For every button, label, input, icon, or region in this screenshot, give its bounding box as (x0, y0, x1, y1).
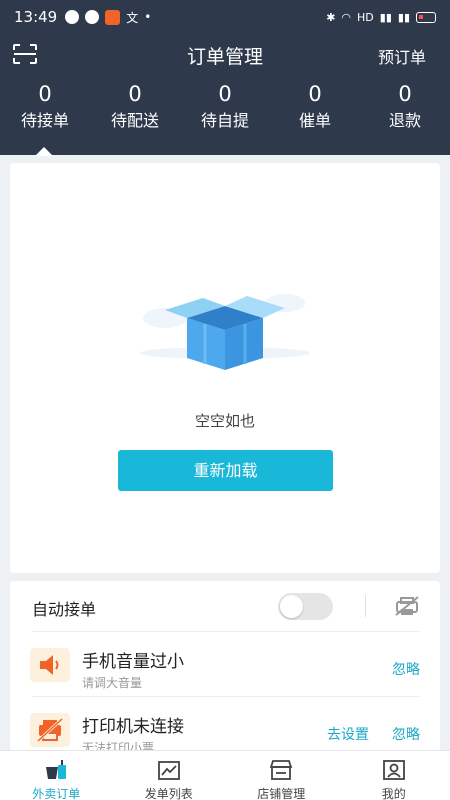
takeout-cup-icon (46, 760, 67, 779)
divider (32, 696, 420, 697)
reload-button[interactable]: 重新加载 (118, 450, 333, 491)
signal-icon: ▮▮ (379, 10, 392, 24)
battery-icon (416, 11, 436, 23)
stat-urge[interactable]: 0 催单 (270, 80, 360, 140)
status-bar: 13:49 文 • ✱ ◠ HD ▮▮ ▮▮ (0, 0, 450, 34)
printer-ignore-button[interactable]: 忽略 (392, 724, 420, 744)
volume-warning-title: 手机音量过小 (82, 652, 184, 672)
volume-warning-subtitle: 请调大音量 (82, 676, 143, 690)
auto-accept-label: 自动接单 (32, 600, 97, 619)
profile-icon (382, 760, 405, 780)
stat-refund[interactable]: 0 退款 (360, 80, 450, 140)
preorder-button[interactable]: 预订单 (378, 44, 426, 68)
wifi-icon: ◠ (341, 10, 352, 24)
stat-pending-pickup[interactable]: 0 待自提 (180, 80, 270, 140)
stat-label: 待自提 (200, 111, 249, 130)
translate-icon: 文 (126, 10, 139, 25)
divider (32, 631, 420, 632)
separator (365, 595, 366, 617)
order-stats: 0 待接单 0 待配送 0 待自提 0 催单 0 退款 (0, 80, 450, 140)
volume-warning-row: 手机音量过小 请调大音量 忽略 (10, 633, 440, 695)
stat-count: 0 (218, 82, 232, 106)
auto-accept-row: 自动接单 (10, 581, 440, 631)
more-dot-icon: • (144, 10, 152, 24)
nav-profile[interactable]: 我的 (338, 751, 450, 800)
wechat-icon (85, 10, 100, 24)
nav-label: 店铺管理 (257, 787, 306, 800)
speaker-icon (30, 648, 70, 682)
printer-warning-title: 打印机未连接 (82, 717, 184, 737)
nav-label: 我的 (381, 787, 406, 800)
network-type: HD (357, 10, 374, 24)
active-tab-pointer (35, 147, 53, 156)
printer-off-icon[interactable] (394, 595, 420, 617)
empty-text: 空空如也 (194, 412, 255, 430)
nav-store-management[interactable]: 店铺管理 (225, 751, 338, 800)
dispatch-list-icon (157, 761, 180, 780)
auto-accept-toggle[interactable] (278, 593, 333, 620)
status-right: ✱ ◠ HD ▮▮ ▮▮ (326, 11, 436, 24)
bottom-nav: 外卖订单 发单列表 店铺管理 我的 (0, 750, 450, 800)
app-badge-icon (105, 9, 121, 25)
stat-pending-delivery[interactable]: 0 待配送 (90, 80, 180, 140)
stat-label: 待配送 (110, 111, 159, 130)
nav-label: 外卖订单 (32, 787, 81, 800)
status-time: 13:49 (14, 8, 58, 26)
app-notification-icon (65, 10, 80, 24)
volume-ignore-button[interactable]: 忽略 (392, 659, 420, 679)
printer-warning-icon (30, 713, 70, 747)
stat-label: 待接单 (20, 111, 69, 130)
stat-count: 0 (308, 82, 322, 106)
stat-pending-accept[interactable]: 0 待接单 (0, 80, 90, 140)
nav-dispatch-list[interactable]: 发单列表 (113, 751, 226, 800)
nav-takeout-orders[interactable]: 外卖订单 (0, 751, 113, 800)
printer-warning-row: 打印机未连接 无法打印小票 去设置 忽略 (10, 698, 440, 751)
header: 13:49 文 • ✱ ◠ HD ▮▮ ▮▮ 订单管理 预订单 0 待接单 0 … (0, 0, 450, 156)
stat-count: 0 (128, 82, 142, 106)
stat-count: 0 (398, 82, 412, 106)
empty-box-icon (140, 294, 310, 370)
printer-setup-button[interactable]: 去设置 (327, 724, 369, 744)
store-icon (270, 760, 293, 780)
signal-icon-2: ▮▮ (397, 10, 410, 24)
toggle-knob (280, 595, 303, 618)
stat-label: 催单 (298, 111, 331, 130)
stat-count: 0 (38, 82, 52, 106)
nav-label: 发单列表 (144, 787, 193, 800)
stat-label: 退款 (388, 111, 421, 130)
settings-card: 自动接单 手机音量过小 请调大音量 忽略 打印机未连接 无法打印小票 去设置 忽… (10, 581, 440, 751)
bluetooth-icon: ✱ (326, 10, 336, 24)
title-bar: 订单管理 预订单 (0, 34, 450, 74)
empty-state-card: 空空如也 重新加载 (10, 163, 440, 573)
